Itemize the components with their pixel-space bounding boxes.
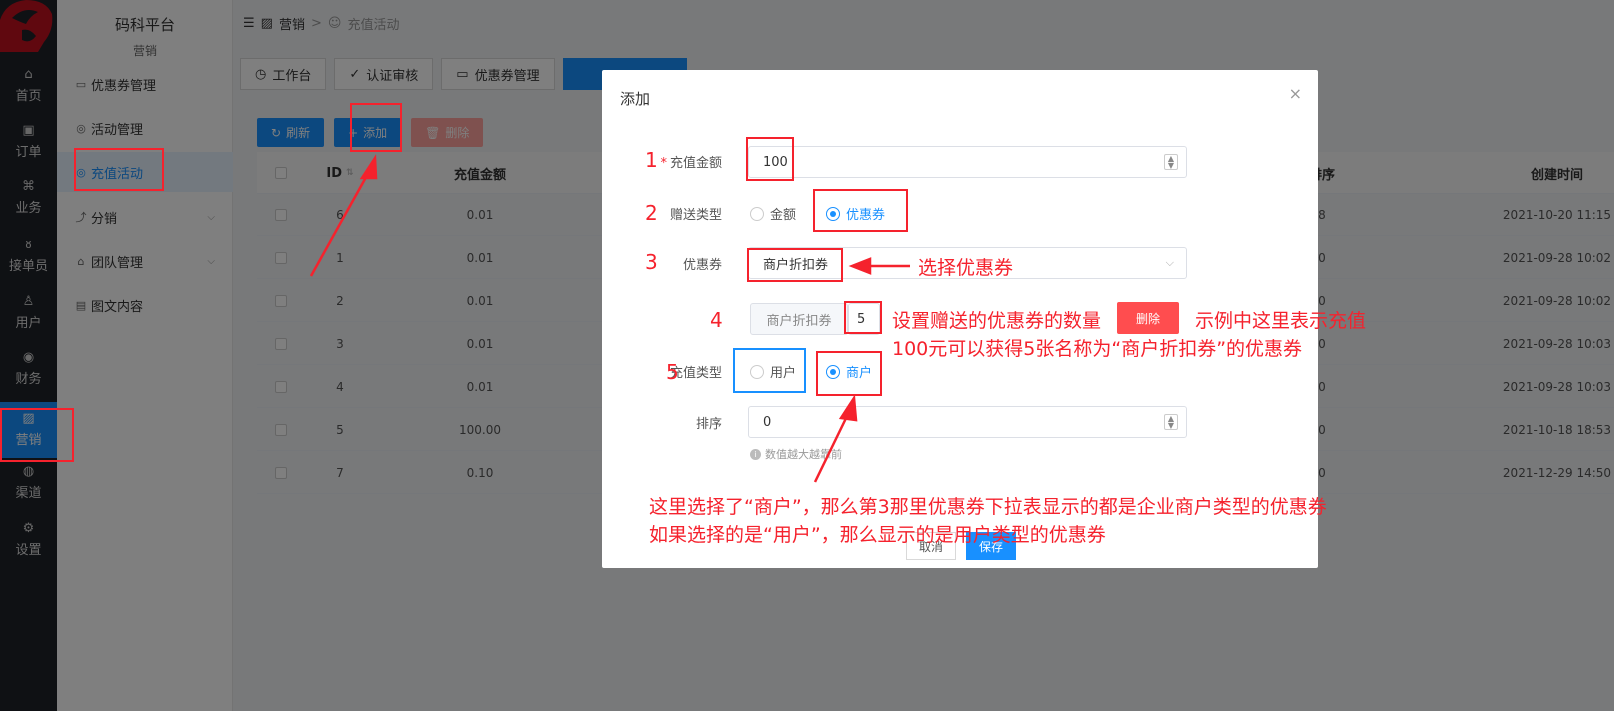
note-merchant-2: 如果选择的是“用户”，那么显示的是用户类型的优惠券 bbox=[649, 524, 1106, 546]
arrow-to-add bbox=[309, 169, 372, 277]
note-merchant-1: 这里选择了“商户”，那么第3那里优惠券下拉表显示的都是企业商户类型的优惠券 bbox=[649, 496, 1327, 518]
arrow-to-merchant bbox=[813, 409, 852, 483]
note-qty-b: 示例中这里表示充值 bbox=[1195, 310, 1367, 332]
annotation-arrows bbox=[309, 154, 910, 483]
arrow-head-add bbox=[359, 154, 378, 180]
step-number-4: 4 bbox=[710, 308, 723, 332]
step-number-5: 5 bbox=[666, 360, 679, 384]
arrow-head-coupon bbox=[848, 257, 872, 275]
step-number-3: 3 bbox=[645, 250, 658, 274]
note-select-coupon: 选择优惠券 bbox=[918, 257, 1014, 279]
arrow-head-merchant bbox=[838, 394, 858, 422]
note-qty-c: 100元可以获得5张名称为“商户折扣券”的优惠券 bbox=[892, 338, 1303, 360]
note-qty-a: 设置赠送的优惠券的数量 bbox=[892, 310, 1102, 332]
step-number-2: 2 bbox=[645, 201, 658, 225]
step-number-1: 1 bbox=[645, 148, 658, 172]
